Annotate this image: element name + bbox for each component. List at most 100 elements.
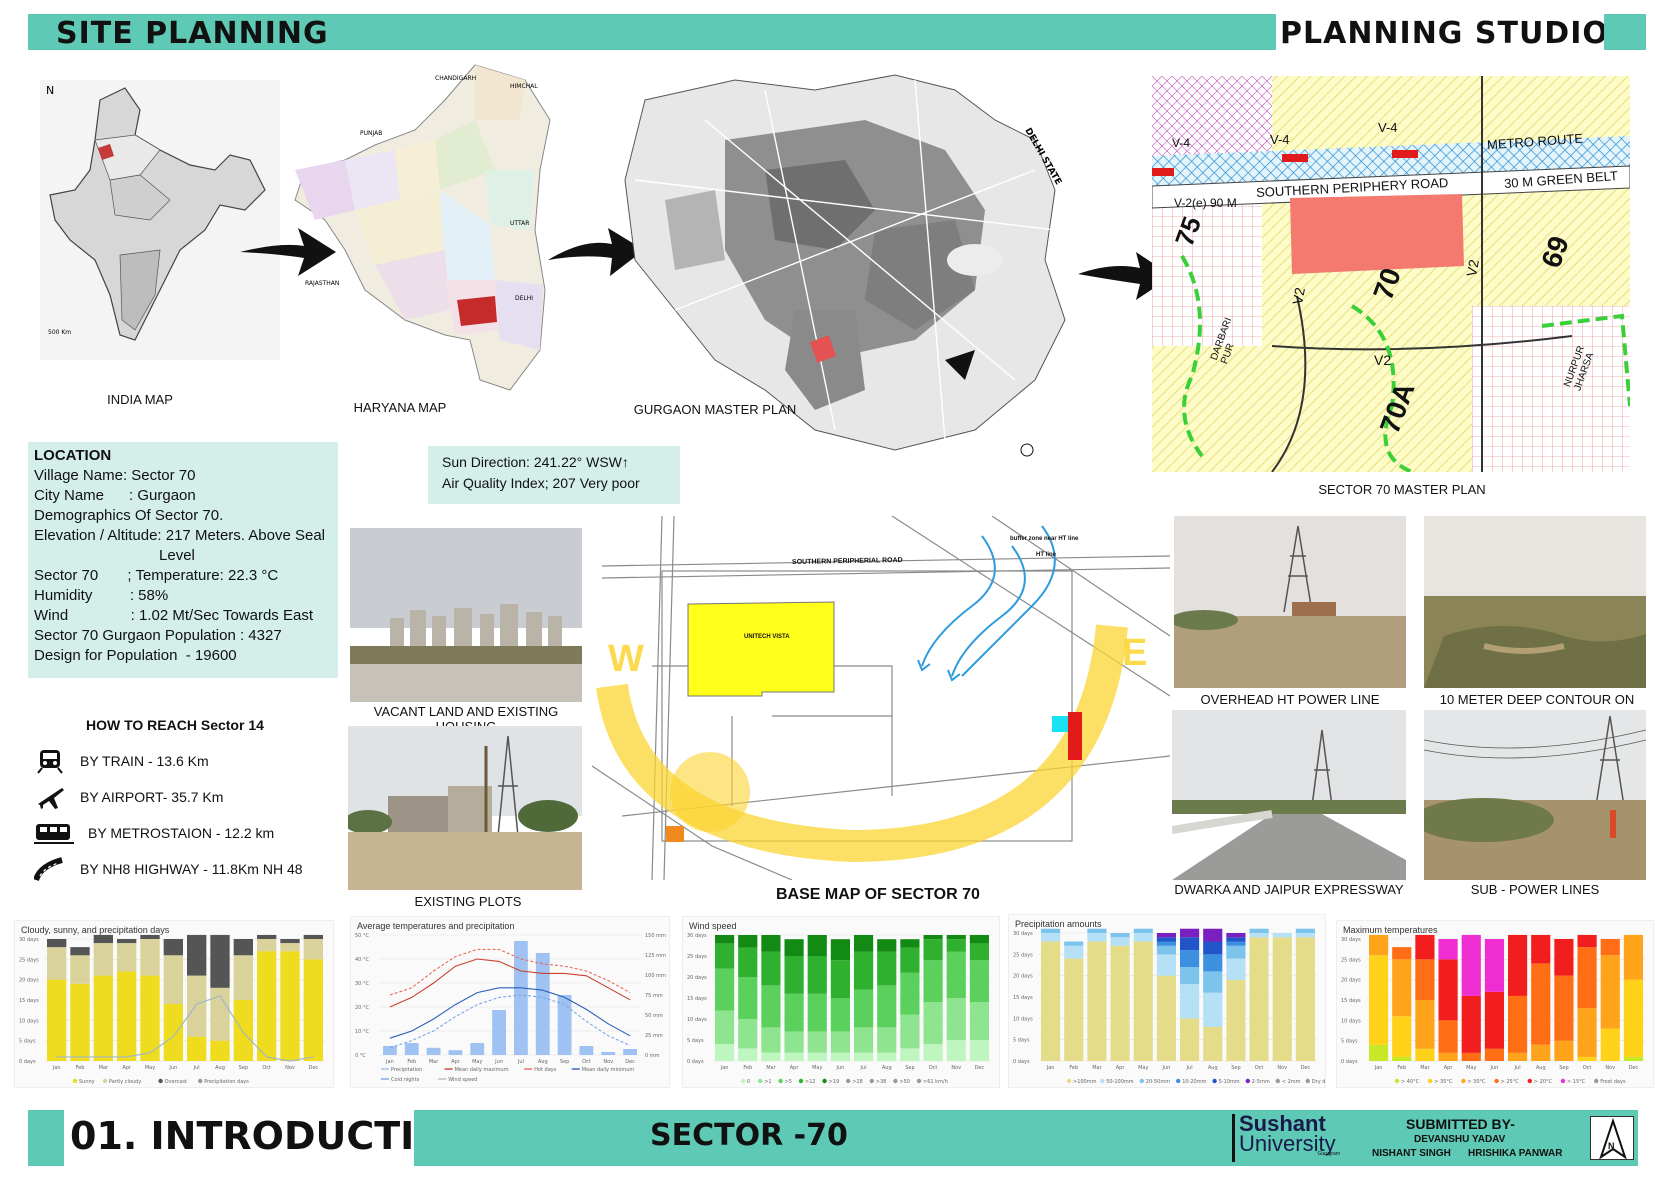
bar-segment xyxy=(1415,934,1435,960)
svg-text:RAJASTHAN: RAJASTHAN xyxy=(305,280,339,287)
bar-segment xyxy=(1156,954,1176,976)
bar-segment xyxy=(210,1040,230,1061)
legend-label: >100mm xyxy=(1073,1079,1097,1085)
y2-tick-label: 125 mm xyxy=(645,953,666,959)
location-panel: LOCATION Village Name: Sector 70 City Nam… xyxy=(28,442,338,678)
bar-segment xyxy=(1369,1044,1389,1061)
chart-wind-speed: Wind speed 0 days 5 days 10 days 15 days 20 … xyxy=(682,916,1000,1088)
bar-segment xyxy=(187,1036,207,1061)
base-map-buffer-label: buffer zone near HT line xyxy=(1010,536,1079,542)
bar-segment xyxy=(877,985,897,1028)
y-tick-label: 5 days xyxy=(19,1039,36,1045)
y-tick-label: 20 days xyxy=(687,975,707,981)
bar-segment xyxy=(1249,937,1269,1061)
photo-vacant-land xyxy=(350,528,582,702)
legend-label: Cold nights xyxy=(391,1077,420,1083)
y-tick-label: 25 days xyxy=(687,954,707,960)
x-tick-label: Jan xyxy=(1374,1065,1383,1071)
y-tick-label: 5 days xyxy=(1013,1038,1030,1044)
bar-segment xyxy=(969,960,989,1003)
bar-segment xyxy=(1531,963,1551,1045)
x-tick-label: Aug xyxy=(1536,1065,1546,1071)
bar-segment xyxy=(233,1000,253,1061)
bar-segment xyxy=(1110,933,1130,938)
x-tick-label: Apr xyxy=(451,1059,461,1065)
x-tick-label: Jan xyxy=(385,1059,394,1065)
bar-segment xyxy=(1110,937,1130,946)
bar-segment xyxy=(1064,958,1084,1061)
bar-segment xyxy=(923,960,943,1003)
bar-segment xyxy=(1461,934,1481,996)
bar-segment xyxy=(303,934,323,939)
x-tick-label: Mar xyxy=(766,1065,776,1071)
svg-text:N: N xyxy=(46,84,54,97)
reach-heading: HOW TO REACH Sector 14 xyxy=(86,717,264,733)
author-name: DEVANSHU YADAV xyxy=(1414,1134,1506,1145)
bar-segment xyxy=(946,951,966,998)
bar-segment xyxy=(784,1031,804,1053)
author-name: HRISHIKA PANWAR xyxy=(1468,1148,1563,1159)
base-map-west: W xyxy=(608,638,644,680)
bar-segment xyxy=(163,1004,183,1061)
bar-segment xyxy=(1577,1056,1597,1061)
plan-label-v2e: V-2(e) 90 M xyxy=(1174,196,1237,210)
bar-segment xyxy=(303,959,323,1061)
svg-text:DELHI: DELHI xyxy=(515,295,533,302)
x-tick-label: Oct xyxy=(262,1065,271,1071)
bar-segment xyxy=(1438,1052,1458,1061)
svg-text:500 Km: 500 Km xyxy=(48,329,71,336)
bar-segment xyxy=(117,943,137,972)
x-tick-label: Jul xyxy=(193,1065,200,1071)
reach-metro-label: BY METROSTAION - 12.2 km xyxy=(88,825,275,841)
bar-segment xyxy=(1156,975,1176,1061)
bar-segment xyxy=(830,1031,850,1053)
bar-segment xyxy=(923,939,943,961)
legend-marker xyxy=(1245,1078,1250,1084)
bar-segment xyxy=(807,956,827,994)
y-tick-label: 20 days xyxy=(19,978,39,984)
bar-segment xyxy=(1180,937,1200,951)
y-tick-label: 30 days xyxy=(1013,931,1033,937)
bar-segment xyxy=(233,955,253,1000)
bar-segment xyxy=(923,935,943,940)
y-tick-label: 50 °C xyxy=(355,933,369,939)
bar-segment xyxy=(1508,934,1528,996)
footer-band-left xyxy=(28,1110,64,1166)
location-line: Wind : 1.02 Mt/Sec Towards East xyxy=(34,607,313,624)
bar-segment xyxy=(1554,1040,1574,1061)
svg-text:HIMCHAL: HIMCHAL xyxy=(510,83,538,90)
bar-segment xyxy=(761,1052,781,1061)
y-tick-label: 15 days xyxy=(19,998,39,1004)
precipitation-bar xyxy=(404,1043,419,1055)
bar-segment xyxy=(946,1040,966,1061)
bar-segment xyxy=(1508,1052,1528,1061)
location-line: Village Name: Sector 70 xyxy=(34,467,196,484)
bar-segment xyxy=(1064,945,1084,959)
x-tick-label: Dec xyxy=(975,1065,985,1071)
bar-segment xyxy=(140,939,160,976)
temperature-line xyxy=(389,987,631,1039)
bar-segment xyxy=(1623,979,1643,1057)
bar-segment xyxy=(187,934,207,976)
reach-train-label: BY TRAIN - 13.6 Km xyxy=(80,753,209,769)
precipitation-bar xyxy=(514,941,528,1055)
bar-segment xyxy=(1531,1044,1551,1061)
legend-marker xyxy=(1275,1078,1280,1084)
y-tick-label: 10 °C xyxy=(355,1029,369,1035)
chart-precipitation-amounts: Precipitation amounts 0 days 5 days 10 day… xyxy=(1008,914,1326,1088)
x-tick-label: Jun xyxy=(836,1065,845,1071)
bar-segment xyxy=(900,1048,920,1061)
x-tick-label: Apr xyxy=(1116,1065,1126,1071)
y2-tick-label: 0 mm xyxy=(645,1053,660,1059)
bar-segment xyxy=(93,943,113,976)
bar-segment xyxy=(1087,928,1107,933)
legend-marker xyxy=(1461,1078,1466,1084)
legend-marker xyxy=(1560,1078,1566,1084)
legend-label: Frost days xyxy=(1600,1079,1626,1085)
legend-marker xyxy=(1494,1078,1499,1084)
bar-segment xyxy=(969,943,989,961)
legend-label: >28 xyxy=(852,1079,863,1085)
svg-text:PUNJAB: PUNJAB xyxy=(360,130,382,137)
bar-segment xyxy=(761,935,781,952)
x-tick-label: Feb xyxy=(1397,1065,1406,1071)
